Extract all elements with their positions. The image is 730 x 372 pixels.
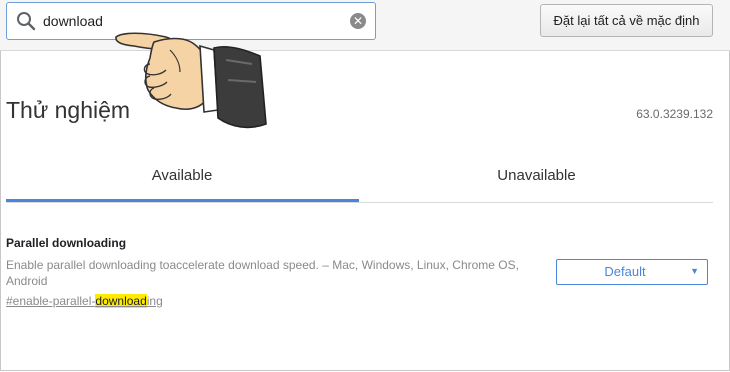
version-label: 63.0.3239.132 [636,107,713,121]
pointing-hand-icon [115,32,267,129]
reset-all-button[interactable]: Đặt lại tất cả về mặc định [540,4,713,37]
experiment-select[interactable]: Default ▼ [556,259,708,285]
experiment-link[interactable]: #enable-parallel-downloading [6,294,163,308]
tab-unavailable[interactable]: Unavailable [360,156,713,202]
search-icon [17,12,36,31]
experiment-description: Enable parallel downloading toaccelerate… [6,258,519,288]
tab-divider [6,202,713,203]
experiment-link-suffix: ing [146,294,163,308]
experiment-title: Parallel downloading [6,236,127,250]
chevron-down-icon: ▼ [690,266,699,276]
clear-search-icon[interactable]: ✕ [350,13,366,29]
select-value: Default [604,264,646,279]
experiment-link-prefix: #enable-parallel- [6,294,96,308]
tab-available[interactable]: Available [6,156,358,202]
search-highlight: download [95,294,147,308]
